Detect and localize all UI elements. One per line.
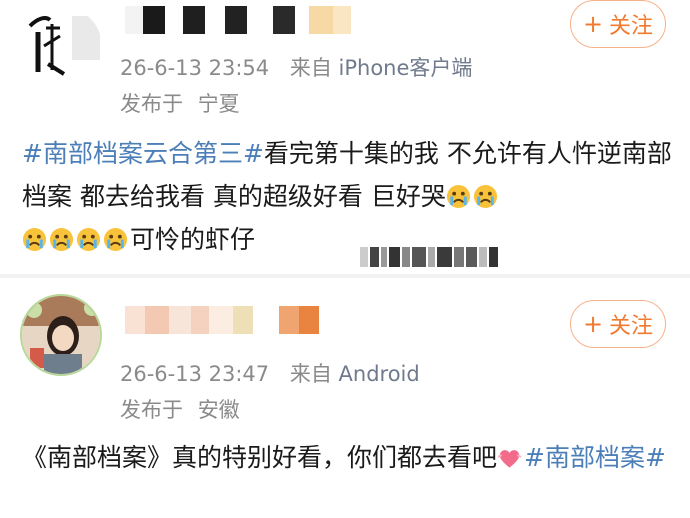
blurred-watermark (360, 244, 499, 270)
post-content: #南部档案云合第三#看完第十集的我 不允许有人忤逆南部档案 都去给我看 真的超级… (22, 132, 672, 261)
post-meta: 26-6-13 23:54 来自 iPhone客户端 (120, 52, 472, 82)
plus-icon: + (582, 310, 604, 338)
location-prefix: 发布于 (120, 92, 183, 116)
source-device: Android (338, 362, 420, 386)
username-blurred[interactable] (125, 6, 351, 34)
avatar-photo-image (22, 296, 100, 374)
hashtag-link[interactable]: #南部档案# (524, 443, 666, 472)
follow-button[interactable]: + 关注 (570, 0, 666, 48)
location-value: 宁夏 (197, 92, 240, 116)
timestamp: 26-6-13 23:47 (120, 362, 270, 386)
content-text: 可怜的虾仔 (130, 225, 256, 254)
source-prefix: 来自 (289, 56, 332, 80)
post-content: 《南部档案》真的特别好看，你们都去看吧 #南部档案# (22, 436, 672, 479)
username-blurred[interactable] (125, 306, 319, 334)
heart-emoji-icon (497, 450, 522, 468)
post-location: 发布于 宁夏 (120, 88, 240, 118)
plus-icon: + (582, 10, 604, 38)
location-prefix: 发布于 (120, 398, 183, 422)
user-avatar[interactable] (20, 294, 102, 376)
crying-emoji-icon (446, 184, 470, 209)
post-meta: 26-6-13 23:47 来自 Android (120, 358, 420, 388)
avatar-calligraphy-image (20, 6, 102, 88)
crying-emoji-icon (49, 227, 74, 252)
post-location: 发布于 安徽 (120, 394, 240, 424)
weibo-post-2: + 关注 26-6-13 23:47 来自 Android 发布于 安徽 《南部… (0, 276, 690, 518)
crying-emoji-icon (103, 227, 128, 252)
hashtag-link[interactable]: #南部档案云合第三# (22, 139, 264, 168)
follow-label: 关注 (609, 14, 654, 39)
source-device: iPhone客户端 (338, 56, 473, 80)
crying-emoji-icon (76, 227, 101, 252)
content-text: 《南部档案》真的特别好看，你们都去看吧 (22, 443, 498, 472)
location-value: 安徽 (197, 398, 240, 422)
follow-button[interactable]: + 关注 (570, 300, 666, 348)
timestamp: 26-6-13 23:54 (120, 56, 270, 80)
user-avatar[interactable] (20, 6, 102, 88)
crying-emoji-icon (473, 184, 497, 209)
follow-label: 关注 (609, 314, 654, 339)
crying-emoji-icon (22, 227, 47, 252)
source-prefix: 来自 (289, 362, 332, 386)
weibo-post-1: + 关注 26-6-13 23:54 来自 iPhone客户端 发布于 宁夏 #… (0, 0, 690, 276)
